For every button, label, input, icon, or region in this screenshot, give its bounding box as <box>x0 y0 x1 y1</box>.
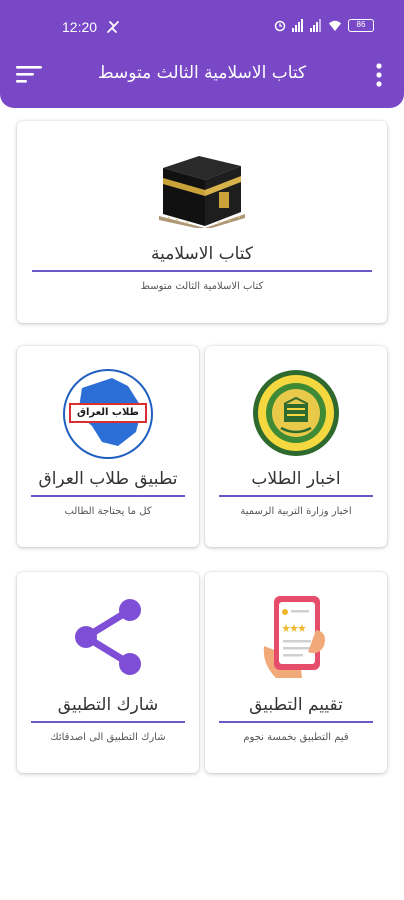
card-subtitle: اخبار وزارة التربية الرسمية <box>240 506 352 517</box>
news-card[interactable]: اخبار الطلاب اخبار وزارة التربية الرسمية <box>205 346 387 547</box>
share-app-card[interactable]: شارك التطبيق شارك التطبيق الى اصدقائك <box>17 572 199 773</box>
card-title: تطبيق طلاب العراق <box>38 469 178 489</box>
status-time: 12:20 <box>62 19 98 35</box>
rate-app-card[interactable]: تقييم التطبيق قيم التطبيق بخمسة نجوم <box>205 572 387 773</box>
card-title: تقييم التطبيق <box>249 695 343 715</box>
battery-indicator: 86 <box>348 19 374 32</box>
iraq-students-logo-icon: طلاب العراق <box>62 368 154 460</box>
divider <box>219 721 373 723</box>
wifi-icon <box>329 20 341 31</box>
card-title: كتاب الاسلامية <box>151 244 253 264</box>
rating-phone-icon <box>263 596 325 678</box>
card-title: شارك التطبيق <box>57 695 159 715</box>
book-card[interactable]: كتاب الاسلامية كتاب الاسلامية الثالث متو… <box>17 121 387 323</box>
alarm-icon <box>274 20 286 32</box>
logo-text: طلاب العراق <box>77 407 139 418</box>
kaaba-icon <box>159 156 245 228</box>
card-subtitle: كتاب الاسلامية الثالث متوسط <box>140 281 264 292</box>
card-subtitle: قيم التطبيق بخمسة نجوم <box>243 732 349 743</box>
card-subtitle: شارك التطبيق الى اصدقائك <box>50 732 166 743</box>
page-title: كتاب الاسلامية الثالث متوسط <box>97 63 307 83</box>
call-forward-icon <box>107 21 119 33</box>
card-title: اخبار الطلاب <box>251 469 341 489</box>
divider <box>31 721 185 723</box>
signal-icon <box>292 19 303 32</box>
app-bar: 12:20 86 كتاب الاسلامية الثالث متوسط <box>0 0 404 108</box>
card-subtitle: كل ما يحتاجة الطالب <box>64 506 152 517</box>
divider <box>31 495 185 497</box>
signal-icon-2 <box>310 19 321 32</box>
more-options-icon[interactable] <box>374 62 384 88</box>
divider <box>32 270 372 272</box>
iraq-students-card[interactable]: طلاب العراق تطبيق طلاب العراق كل ما يحتا… <box>17 346 199 547</box>
menu-icon[interactable] <box>16 64 42 84</box>
divider <box>219 495 373 497</box>
share-icon <box>75 599 141 675</box>
status-icons: 86 <box>274 19 374 32</box>
ministry-logo-icon <box>253 370 339 456</box>
